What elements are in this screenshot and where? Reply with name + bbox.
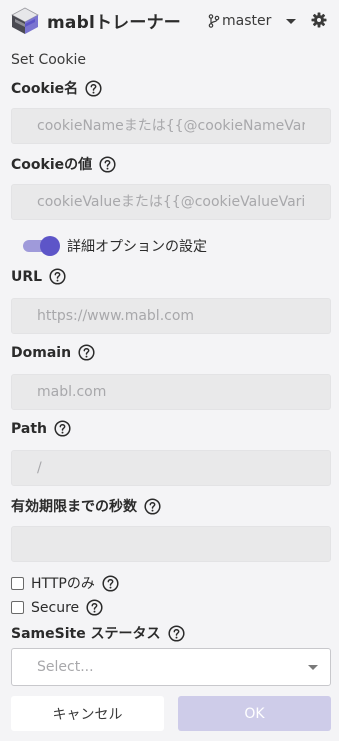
cookie-name-label-text: Cookie名 bbox=[11, 81, 79, 97]
top-bar: mablトレーナー master bbox=[0, 0, 339, 42]
url-input[interactable] bbox=[12, 299, 330, 333]
help-icon[interactable] bbox=[49, 268, 66, 285]
same-site-label-text: SameSite ステータス bbox=[11, 626, 161, 642]
advanced-options-toggle[interactable]: 詳細オプションの設定 bbox=[23, 236, 207, 256]
path-label-text: Path bbox=[11, 420, 47, 437]
branch-name: master bbox=[222, 13, 272, 29]
secure-option[interactable]: Secure bbox=[11, 599, 103, 616]
cookie-value-input[interactable] bbox=[12, 185, 330, 219]
domain-label-text: Domain bbox=[11, 344, 72, 361]
path-label: Path bbox=[11, 420, 71, 437]
cookie-value-label: Cookieの値 bbox=[11, 154, 116, 174]
http-only-checkbox[interactable] bbox=[11, 576, 24, 590]
section-title: Set Cookie bbox=[11, 52, 86, 68]
ok-button[interactable]: OK bbox=[178, 696, 331, 731]
help-icon[interactable] bbox=[54, 420, 71, 437]
help-icon[interactable] bbox=[102, 574, 119, 592]
max-age-label: 有効期限までの秒数 bbox=[11, 496, 161, 516]
toggle-knob bbox=[40, 236, 60, 256]
cookie-name-label: Cookie名 bbox=[11, 78, 102, 98]
domain-field[interactable] bbox=[11, 374, 331, 410]
path-field[interactable] bbox=[11, 450, 331, 486]
max-age-input[interactable] bbox=[12, 527, 330, 561]
advanced-options-label: 詳細オプションの設定 bbox=[67, 239, 207, 255]
cookie-name-field[interactable] bbox=[11, 108, 331, 144]
help-icon[interactable] bbox=[86, 599, 103, 616]
cookie-name-input[interactable] bbox=[12, 109, 330, 143]
max-age-field[interactable] bbox=[11, 526, 331, 562]
help-icon[interactable] bbox=[78, 344, 95, 361]
help-icon[interactable] bbox=[168, 624, 185, 642]
url-field[interactable] bbox=[11, 298, 331, 334]
http-only-option[interactable]: HTTPのみ bbox=[11, 573, 119, 593]
toggle-switch[interactable] bbox=[23, 236, 60, 256]
git-branch-icon bbox=[208, 14, 220, 28]
chevron-down-icon bbox=[286, 18, 297, 24]
gear-icon[interactable] bbox=[311, 12, 327, 28]
path-input[interactable] bbox=[12, 451, 330, 485]
same-site-selected-value: Select... bbox=[37, 659, 94, 675]
cancel-button[interactable]: キャンセル bbox=[11, 696, 164, 731]
app-title: mablトレーナー bbox=[47, 13, 181, 33]
branch-selector[interactable]: master bbox=[208, 11, 297, 31]
mabl-logo-icon bbox=[11, 7, 39, 34]
domain-input[interactable] bbox=[12, 375, 330, 409]
same-site-label: SameSite ステータス bbox=[11, 623, 185, 643]
max-age-label-text: 有効期限までの秒数 bbox=[11, 499, 137, 515]
cookie-value-label-text: Cookieの値 bbox=[11, 157, 93, 173]
help-icon[interactable] bbox=[85, 79, 102, 97]
domain-label: Domain bbox=[11, 344, 95, 361]
secure-checkbox[interactable] bbox=[11, 601, 24, 614]
chevron-down-icon bbox=[308, 665, 318, 670]
help-icon[interactable] bbox=[144, 497, 161, 515]
help-icon[interactable] bbox=[99, 155, 116, 173]
url-label-text: URL bbox=[11, 268, 43, 285]
url-label: URL bbox=[11, 268, 66, 285]
cookie-value-field[interactable] bbox=[11, 184, 331, 220]
same-site-select[interactable]: Select... bbox=[11, 648, 331, 686]
http-only-label: HTTPのみ bbox=[31, 576, 95, 592]
secure-label: Secure bbox=[31, 599, 80, 616]
